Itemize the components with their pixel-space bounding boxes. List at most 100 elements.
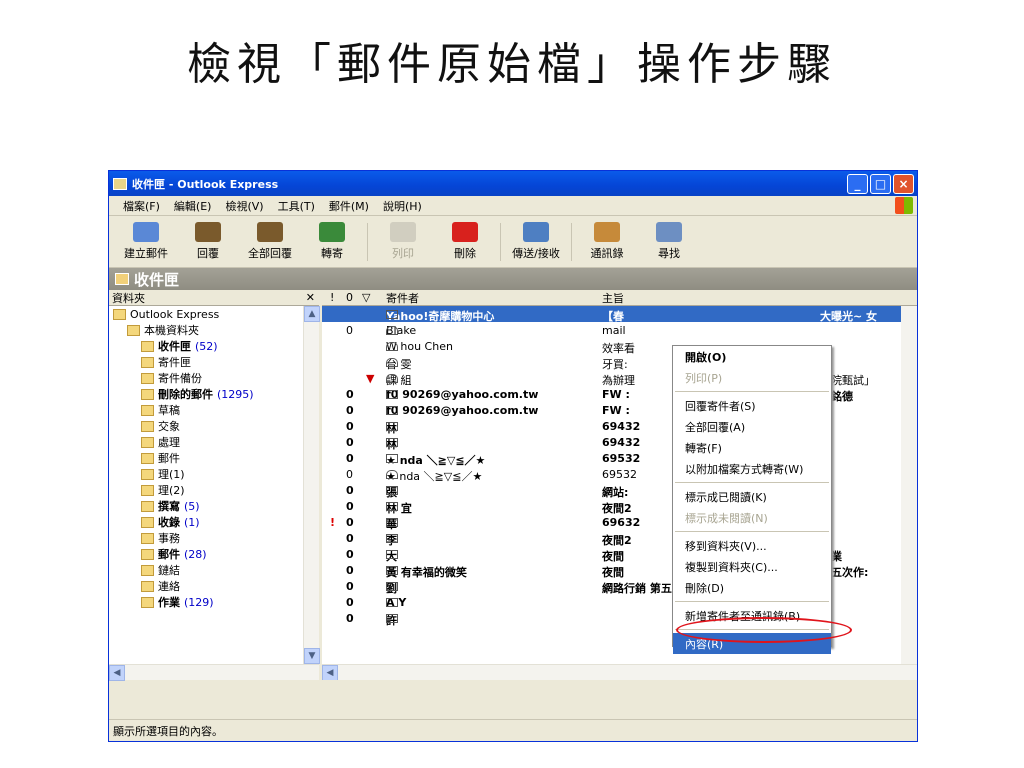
- folder-banner: 收件匣: [109, 268, 917, 290]
- folder-horizontal-scrollbar[interactable]: ◀: [109, 664, 319, 681]
- close-button[interactable]: ×: [893, 173, 914, 194]
- menu-item[interactable]: 編輯(E): [174, 198, 212, 214]
- toolbar-button-label: 傳送/接收: [512, 247, 560, 260]
- folder-icon: [141, 340, 154, 352]
- folder-item[interactable]: 本機資料夾: [109, 322, 319, 338]
- toolbar-button[interactable]: 轉寄: [301, 222, 363, 261]
- folder-label: 郵件: [158, 452, 180, 465]
- print-icon: [390, 222, 416, 242]
- toolbar-button-label: 建立郵件: [124, 247, 168, 260]
- folder-item[interactable]: 事務: [109, 530, 319, 546]
- toolbar-button: 列印: [372, 222, 434, 261]
- message-from: A Y: [386, 596, 406, 609]
- folder-icon: [113, 308, 126, 320]
- context-menu-item[interactable]: 標示成已閱讀(K): [673, 486, 831, 507]
- folder-item[interactable]: 刪除的郵件 (1295): [109, 386, 319, 402]
- read-envelope-icon: [386, 326, 398, 335]
- unread-envelope-icon: [386, 390, 398, 399]
- priority-flag-icon: !: [330, 516, 336, 529]
- toolbar-button[interactable]: 全部回覆: [239, 222, 301, 261]
- close-pane-icon[interactable]: ✕: [306, 291, 315, 304]
- folder-label: 理(2): [158, 484, 185, 497]
- folder-label: 鏈結: [158, 564, 180, 577]
- toolbar-button-label: 刪除: [454, 247, 476, 260]
- scroll-up-icon[interactable]: ▲: [304, 306, 320, 322]
- toolbar-separator: [571, 223, 572, 261]
- message-subject: 69432: [602, 420, 641, 433]
- maximize-button[interactable]: □: [870, 173, 891, 194]
- scroll-left-icon[interactable]: ◀: [109, 665, 125, 681]
- context-menu-item[interactable]: 轉寄(F): [673, 437, 831, 458]
- context-menu-item[interactable]: 開啟(O): [673, 346, 831, 367]
- message-horizontal-scrollbar[interactable]: ◀: [322, 664, 917, 680]
- from-column-header[interactable]: 寄件者: [386, 290, 419, 306]
- context-menu-item[interactable]: 複製到資料夾(C)...: [673, 556, 831, 577]
- folder-label: 事務: [158, 532, 180, 545]
- context-menu-item[interactable]: 回覆寄件者(S): [673, 395, 831, 416]
- folder-item[interactable]: 寄件匣: [109, 354, 319, 370]
- toolbar-button[interactable]: 尋找: [638, 222, 700, 261]
- minimize-button[interactable]: _: [847, 173, 868, 194]
- menu-item[interactable]: 檔案(F): [123, 198, 160, 214]
- folder-item[interactable]: Outlook Express: [109, 306, 319, 322]
- attachment-icon: 0: [346, 532, 354, 545]
- priority-column-header[interactable]: !: [330, 291, 334, 304]
- folder-unread-count: (1): [184, 515, 200, 529]
- scroll-left-icon[interactable]: ◀: [322, 665, 338, 680]
- folder-label: 草稿: [158, 404, 180, 417]
- folder-item[interactable]: 草稿: [109, 402, 319, 418]
- context-menu-item[interactable]: 全部回覆(A): [673, 416, 831, 437]
- folder-item[interactable]: 收件匣 (52): [109, 338, 319, 354]
- folder-item[interactable]: 郵件: [109, 450, 319, 466]
- folder-item[interactable]: 連絡: [109, 578, 319, 594]
- menu-separator: [675, 531, 829, 532]
- address-book-icon: [594, 222, 620, 242]
- toolbar-button[interactable]: 刪除: [434, 222, 496, 261]
- context-menu-item[interactable]: 刪除(D): [673, 577, 831, 598]
- subject-column-header[interactable]: 主旨: [602, 290, 624, 306]
- folder-item[interactable]: 寄件備份: [109, 370, 319, 386]
- scroll-down-icon[interactable]: ▼: [304, 648, 320, 664]
- message-subject: 69532: [602, 468, 637, 481]
- context-menu-item[interactable]: 以附加檔案方式轉寄(W): [673, 458, 831, 479]
- folder-label: 寄件匣: [158, 356, 191, 369]
- toolbar-button[interactable]: 建立郵件: [115, 222, 177, 261]
- folder-item[interactable]: 撰寫 (5): [109, 498, 319, 514]
- table-row[interactable]: Yahoo!奇摩購物中心 【春 大曝光~ 女: [322, 306, 917, 323]
- context-menu: 開啟(O) 列印(P) 回覆寄件者(S) 全部回覆(A) 轉寄(F) 以附加檔案方式轉寄(…: [672, 345, 832, 654]
- unread-envelope-icon: [386, 438, 398, 447]
- folder-item[interactable]: 收錄 (1): [109, 514, 319, 530]
- folder-label: 刪除的郵件: [158, 388, 213, 401]
- folder-item[interactable]: 作業 (129): [109, 594, 319, 610]
- menu-item[interactable]: 郵件(M): [329, 198, 369, 214]
- message-vertical-scrollbar[interactable]: [901, 306, 917, 664]
- folder-unread-count: (1295): [217, 387, 254, 401]
- toolbar-button[interactable]: 通訊錄: [576, 222, 638, 261]
- menu-item[interactable]: 檢視(V): [225, 198, 263, 214]
- flag-column-header[interactable]: ▽: [362, 291, 370, 304]
- folder-item[interactable]: 處理: [109, 434, 319, 450]
- folder-item[interactable]: 理(2): [109, 482, 319, 498]
- attachment-column-header[interactable]: 0: [346, 291, 353, 304]
- toolbar-button[interactable]: 傳送/接收: [505, 222, 567, 261]
- toolbar-button[interactable]: 回覆: [177, 222, 239, 261]
- attachment-icon: 0: [346, 564, 354, 577]
- context-menu-item[interactable]: 移到資料夾(V)...: [673, 535, 831, 556]
- folder-item[interactable]: 郵件 (28): [109, 546, 319, 562]
- attachment-icon: 0: [346, 468, 353, 481]
- menu-item[interactable]: 工具(T): [278, 198, 315, 214]
- attachment-icon: 0: [346, 420, 354, 433]
- folder-item[interactable]: 鏈結: [109, 562, 319, 578]
- table-row[interactable]: 0 Blake mail: [322, 322, 917, 338]
- read-envelope-icon: [386, 470, 398, 479]
- toolbar-button-label: 回覆: [197, 247, 219, 260]
- reply-icon: [195, 222, 221, 242]
- folder-item[interactable]: 交象: [109, 418, 319, 434]
- message-from: W hou Chen: [386, 340, 453, 353]
- toolbar-button-label: 尋找: [658, 247, 680, 260]
- folder-item[interactable]: 理(1): [109, 466, 319, 482]
- unread-envelope-icon: [386, 406, 398, 415]
- folder-vertical-scrollbar[interactable]: ▲ ▼: [303, 306, 320, 664]
- folder-pane: 資料夾 ✕ Outlook Express 本機資料夾 收件匣 (52) 寄件匣 寄件備份…: [109, 290, 322, 681]
- menu-item[interactable]: 說明(H): [383, 198, 422, 214]
